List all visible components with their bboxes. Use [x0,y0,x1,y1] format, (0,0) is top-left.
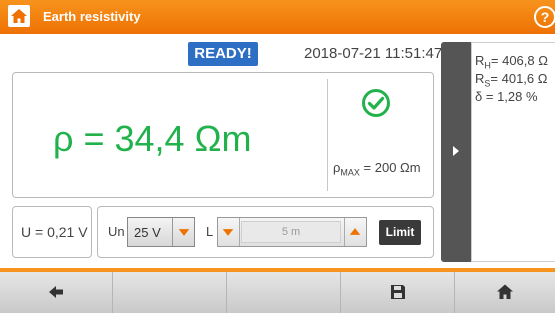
rho-max-limit: ρMAX = 200 Ωm [333,160,421,178]
rh-symbol: R [475,53,485,68]
rh-value: = 406,8 Ω [490,53,548,68]
footer-button-empty-1[interactable] [113,272,227,313]
chevron-down-icon[interactable] [172,218,195,246]
home-icon [497,284,513,299]
footer-toolbar [0,272,555,313]
help-button[interactable]: ? [534,6,555,28]
delta-value: = 1,28 % [482,89,538,104]
home-icon[interactable] [8,5,30,27]
side-panel-toggle[interactable] [441,42,471,262]
side-panel: RH= 406,8 Ω RS= 401,6 Ω δ = 1,28 % [471,42,555,262]
chevron-right-icon [453,146,459,156]
home-button[interactable] [455,272,555,313]
decrease-icon[interactable] [218,218,240,246]
rs-value: = 401,6 Ω [490,71,548,86]
rs-symbol: R [475,71,485,86]
settings-panel: Un 25 V L 5 m Limit [97,206,434,258]
distance-field[interactable]: 5 m [241,221,341,243]
un-value: 25 V [134,225,161,240]
rh-readout: RH= 406,8 Ω [475,53,548,71]
distance-stepper[interactable]: 5 m [217,217,367,247]
save-icon [390,285,405,299]
back-icon [49,286,63,298]
voltage-readout: U = 0,21 V [12,206,92,258]
increase-icon[interactable] [344,218,366,246]
l-label: L [206,224,214,239]
delta-readout: δ = 1,28 % [475,89,538,104]
page-title: Earth resistivity [43,9,141,24]
resistivity-result: ρ = 34,4 Ωm [53,118,252,159]
ready-badge: READY! [188,42,258,66]
datetime: 2018-07-21 11:51:47 [304,45,443,62]
title-bar: Earth resistivity ? [0,0,555,34]
check-ok-icon [362,89,390,117]
panel-divider [327,79,328,191]
result-panel: ρ = 34,4 Ωm ρMAX = 200 Ωm [12,72,434,198]
footer-button-empty-2[interactable] [227,272,341,313]
save-button[interactable] [341,272,455,313]
un-label: Un [108,224,125,239]
rho-max-sub: MAX [340,167,360,178]
back-button[interactable] [0,272,113,313]
rho-max-value: = 200 Ωm [359,160,421,175]
distance-value: 5 m [281,226,301,238]
rs-readout: RS= 401,6 Ω [475,71,547,89]
limit-button[interactable]: Limit [379,220,421,245]
header-notch [398,0,458,2]
un-voltage-select[interactable]: 25 V [127,217,195,247]
